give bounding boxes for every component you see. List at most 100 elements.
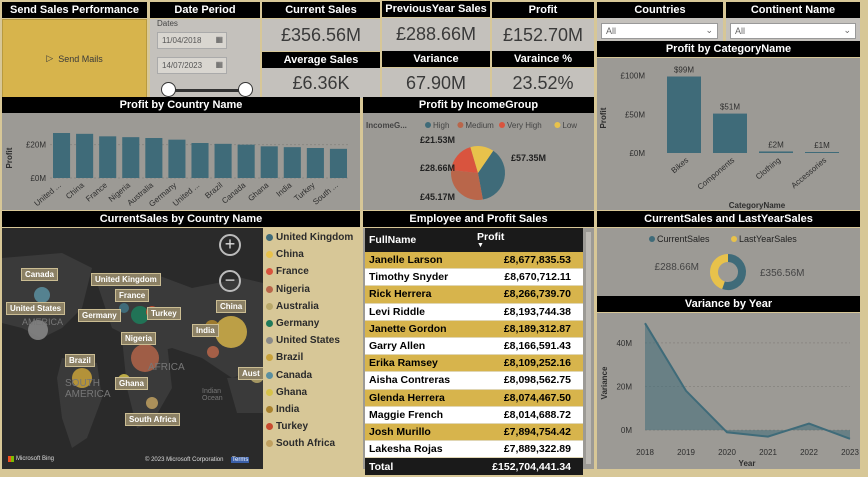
chevron-down-icon: ⌄: [705, 25, 713, 35]
map-copyright: © 2023 Microsoft Corporation: [145, 457, 224, 463]
bar: [759, 151, 793, 153]
map-terms-link[interactable]: Terms: [231, 457, 250, 463]
map-label-australia[interactable]: Aust: [238, 367, 263, 380]
variance-by-year-panel: Variance 40M 20M 0M 2018 2019 2020 2021 2022 2023…: [597, 313, 860, 469]
y-tick-label: £0M: [629, 149, 645, 158]
map-label-india[interactable]: India: [192, 324, 219, 337]
y-tick-label: 20M: [616, 382, 632, 391]
x-tick-label: Canada: [220, 180, 248, 205]
employee-profit: £8,266,739.70: [503, 288, 571, 301]
map-label-canada[interactable]: Canada: [21, 268, 58, 281]
legend-dot-icon: [266, 302, 273, 310]
slice-data-label: £28.66M: [420, 163, 455, 173]
legend-item[interactable]: Turkey: [266, 418, 360, 435]
map-label-nigeria[interactable]: Nigeria: [121, 332, 157, 345]
legend-item[interactable]: United Kingdom: [266, 229, 360, 246]
profit-by-income-chart: IncomeG... High Medium Very High Low £57.35M £…: [366, 121, 577, 202]
legend-dot-icon: [266, 388, 273, 396]
legend-dot: [425, 122, 431, 128]
legend-dot: [731, 236, 737, 242]
map-label-united-kingdom[interactable]: United Kingdom: [91, 273, 161, 286]
map-label-france[interactable]: France: [115, 289, 150, 302]
table-row[interactable]: Lakesha Rojas £7,889,322.89: [365, 441, 583, 459]
map-label-south-africa[interactable]: South Africa: [125, 413, 181, 426]
map-label-china[interactable]: China: [216, 300, 247, 313]
table-row[interactable]: Janelle Larson £8,677,835.53: [365, 252, 583, 270]
plus-icon: +: [224, 234, 236, 254]
profit-by-income-panel: IncomeG... High Medium Very High Low £57.35M £…: [363, 113, 594, 210]
table-row[interactable]: Aisha Contreras £8,098,562.75: [365, 372, 583, 390]
employee-profit: £8,189,312.87: [503, 322, 571, 335]
zoom-in-button[interactable]: +: [219, 234, 241, 256]
send-mails-button[interactable]: ▷ Send Mails: [2, 19, 147, 98]
map-label-united-states[interactable]: United States: [6, 302, 66, 315]
x-tick-label: India: [275, 180, 294, 198]
legend-label: India: [276, 403, 300, 415]
slice-data-label: £57.35M: [511, 153, 546, 163]
legend-item[interactable]: India: [266, 401, 360, 418]
date-slider-end-handle[interactable]: [238, 82, 253, 97]
profit-by-category-panel: Profit £100M £50M £0M $99M Bikes $51M Component…: [597, 58, 860, 210]
table-scrollbar[interactable]: [586, 232, 591, 464]
table-row[interactable]: Rick Herrera £8,266,739.70: [365, 286, 583, 304]
legend-item[interactable]: United States: [266, 332, 360, 349]
table-row[interactable]: Janette Gordon £8,189,312.87: [365, 320, 583, 338]
donut-label-last: £288.66M: [655, 262, 699, 273]
table-row[interactable]: Levi Riddle £8,193,744.38: [365, 303, 583, 321]
legend-label: CurrentSales: [657, 234, 710, 244]
legend-item[interactable]: China: [266, 246, 360, 263]
variance-area: [645, 323, 850, 439]
legend-dot-icon: [266, 268, 273, 276]
date-slider-start-handle[interactable]: [161, 82, 176, 97]
pie-legend-title: IncomeG...: [366, 121, 407, 130]
y-axis-title: Profit: [599, 107, 608, 128]
start-date-input[interactable]: 11/04/2018 ▦: [157, 32, 227, 49]
x-tick-label: China: [64, 180, 86, 201]
legend-item[interactable]: Australia: [266, 298, 360, 315]
countries-dropdown[interactable]: All ⌄: [601, 23, 718, 39]
bar: [145, 138, 163, 178]
x-axis-title: Year: [739, 459, 756, 468]
legend-item[interactable]: Canada: [266, 367, 360, 384]
continent-dropdown[interactable]: All ⌄: [730, 23, 856, 39]
legend-label: Very High: [507, 121, 542, 130]
table-row[interactable]: Maggie French £8,014,688.72: [365, 406, 583, 424]
table-row[interactable]: Erika Ramsey £8,109,252.16: [365, 355, 583, 373]
table-row[interactable]: Glenda Herrera £8,074,467.50: [365, 389, 583, 407]
y-tick-label: £0M: [30, 174, 46, 183]
slice-data-label: £21.53M: [420, 135, 455, 145]
table-row[interactable]: Timothy Snyder £8,670,712.11: [365, 269, 583, 287]
sales-map[interactable]: Canada United States AMERICA Germany Fra…: [2, 228, 263, 469]
bar: [237, 144, 255, 178]
map-label-brazil[interactable]: Brazil: [65, 354, 95, 367]
x-tick-label: Ghana: [246, 180, 271, 203]
end-date-input[interactable]: 14/07/2023 ▦: [157, 57, 227, 74]
y-tick-label: £100M: [621, 72, 646, 81]
profit-kpi-label: Profit: [492, 2, 594, 18]
employee-profit: £7,894,754.42: [503, 425, 571, 438]
column-header-fullname[interactable]: FullName: [365, 234, 471, 246]
previous-year-sales-value: £288.66M: [382, 18, 490, 51]
bar: [214, 143, 232, 178]
table-row[interactable]: Garry Allen £8,166,591.43: [365, 337, 583, 356]
x-tick-label: Components: [696, 156, 737, 192]
legend-item[interactable]: Germany: [266, 315, 360, 332]
map-label-germany[interactable]: Germany: [78, 309, 121, 322]
legend-item[interactable]: Nigeria: [266, 281, 360, 298]
table-row[interactable]: Josh Murillo £7,894,754.42: [365, 423, 583, 442]
bar-data-label: £1M: [814, 141, 830, 150]
legend-label: Germany: [276, 318, 320, 330]
average-sales-value: £6.36K: [262, 68, 380, 98]
x-tick-label: 2018: [636, 448, 654, 457]
legend-item[interactable]: Brazil: [266, 349, 360, 366]
current-vs-last-title: CurrentSales and LastYearSales: [597, 211, 860, 227]
map-label-turkey[interactable]: Turkey: [147, 307, 181, 320]
employee-profit: £8,670,712.11: [504, 271, 571, 284]
bar: [805, 152, 839, 153]
column-header-profit[interactable]: Profit ▼: [471, 231, 575, 249]
legend-item[interactable]: South Africa: [266, 435, 360, 452]
legend-item[interactable]: Ghana: [266, 384, 360, 401]
legend-item[interactable]: France: [266, 263, 360, 280]
donut-label-current: £356.56M: [760, 268, 804, 279]
zoom-out-button[interactable]: −: [219, 270, 241, 292]
